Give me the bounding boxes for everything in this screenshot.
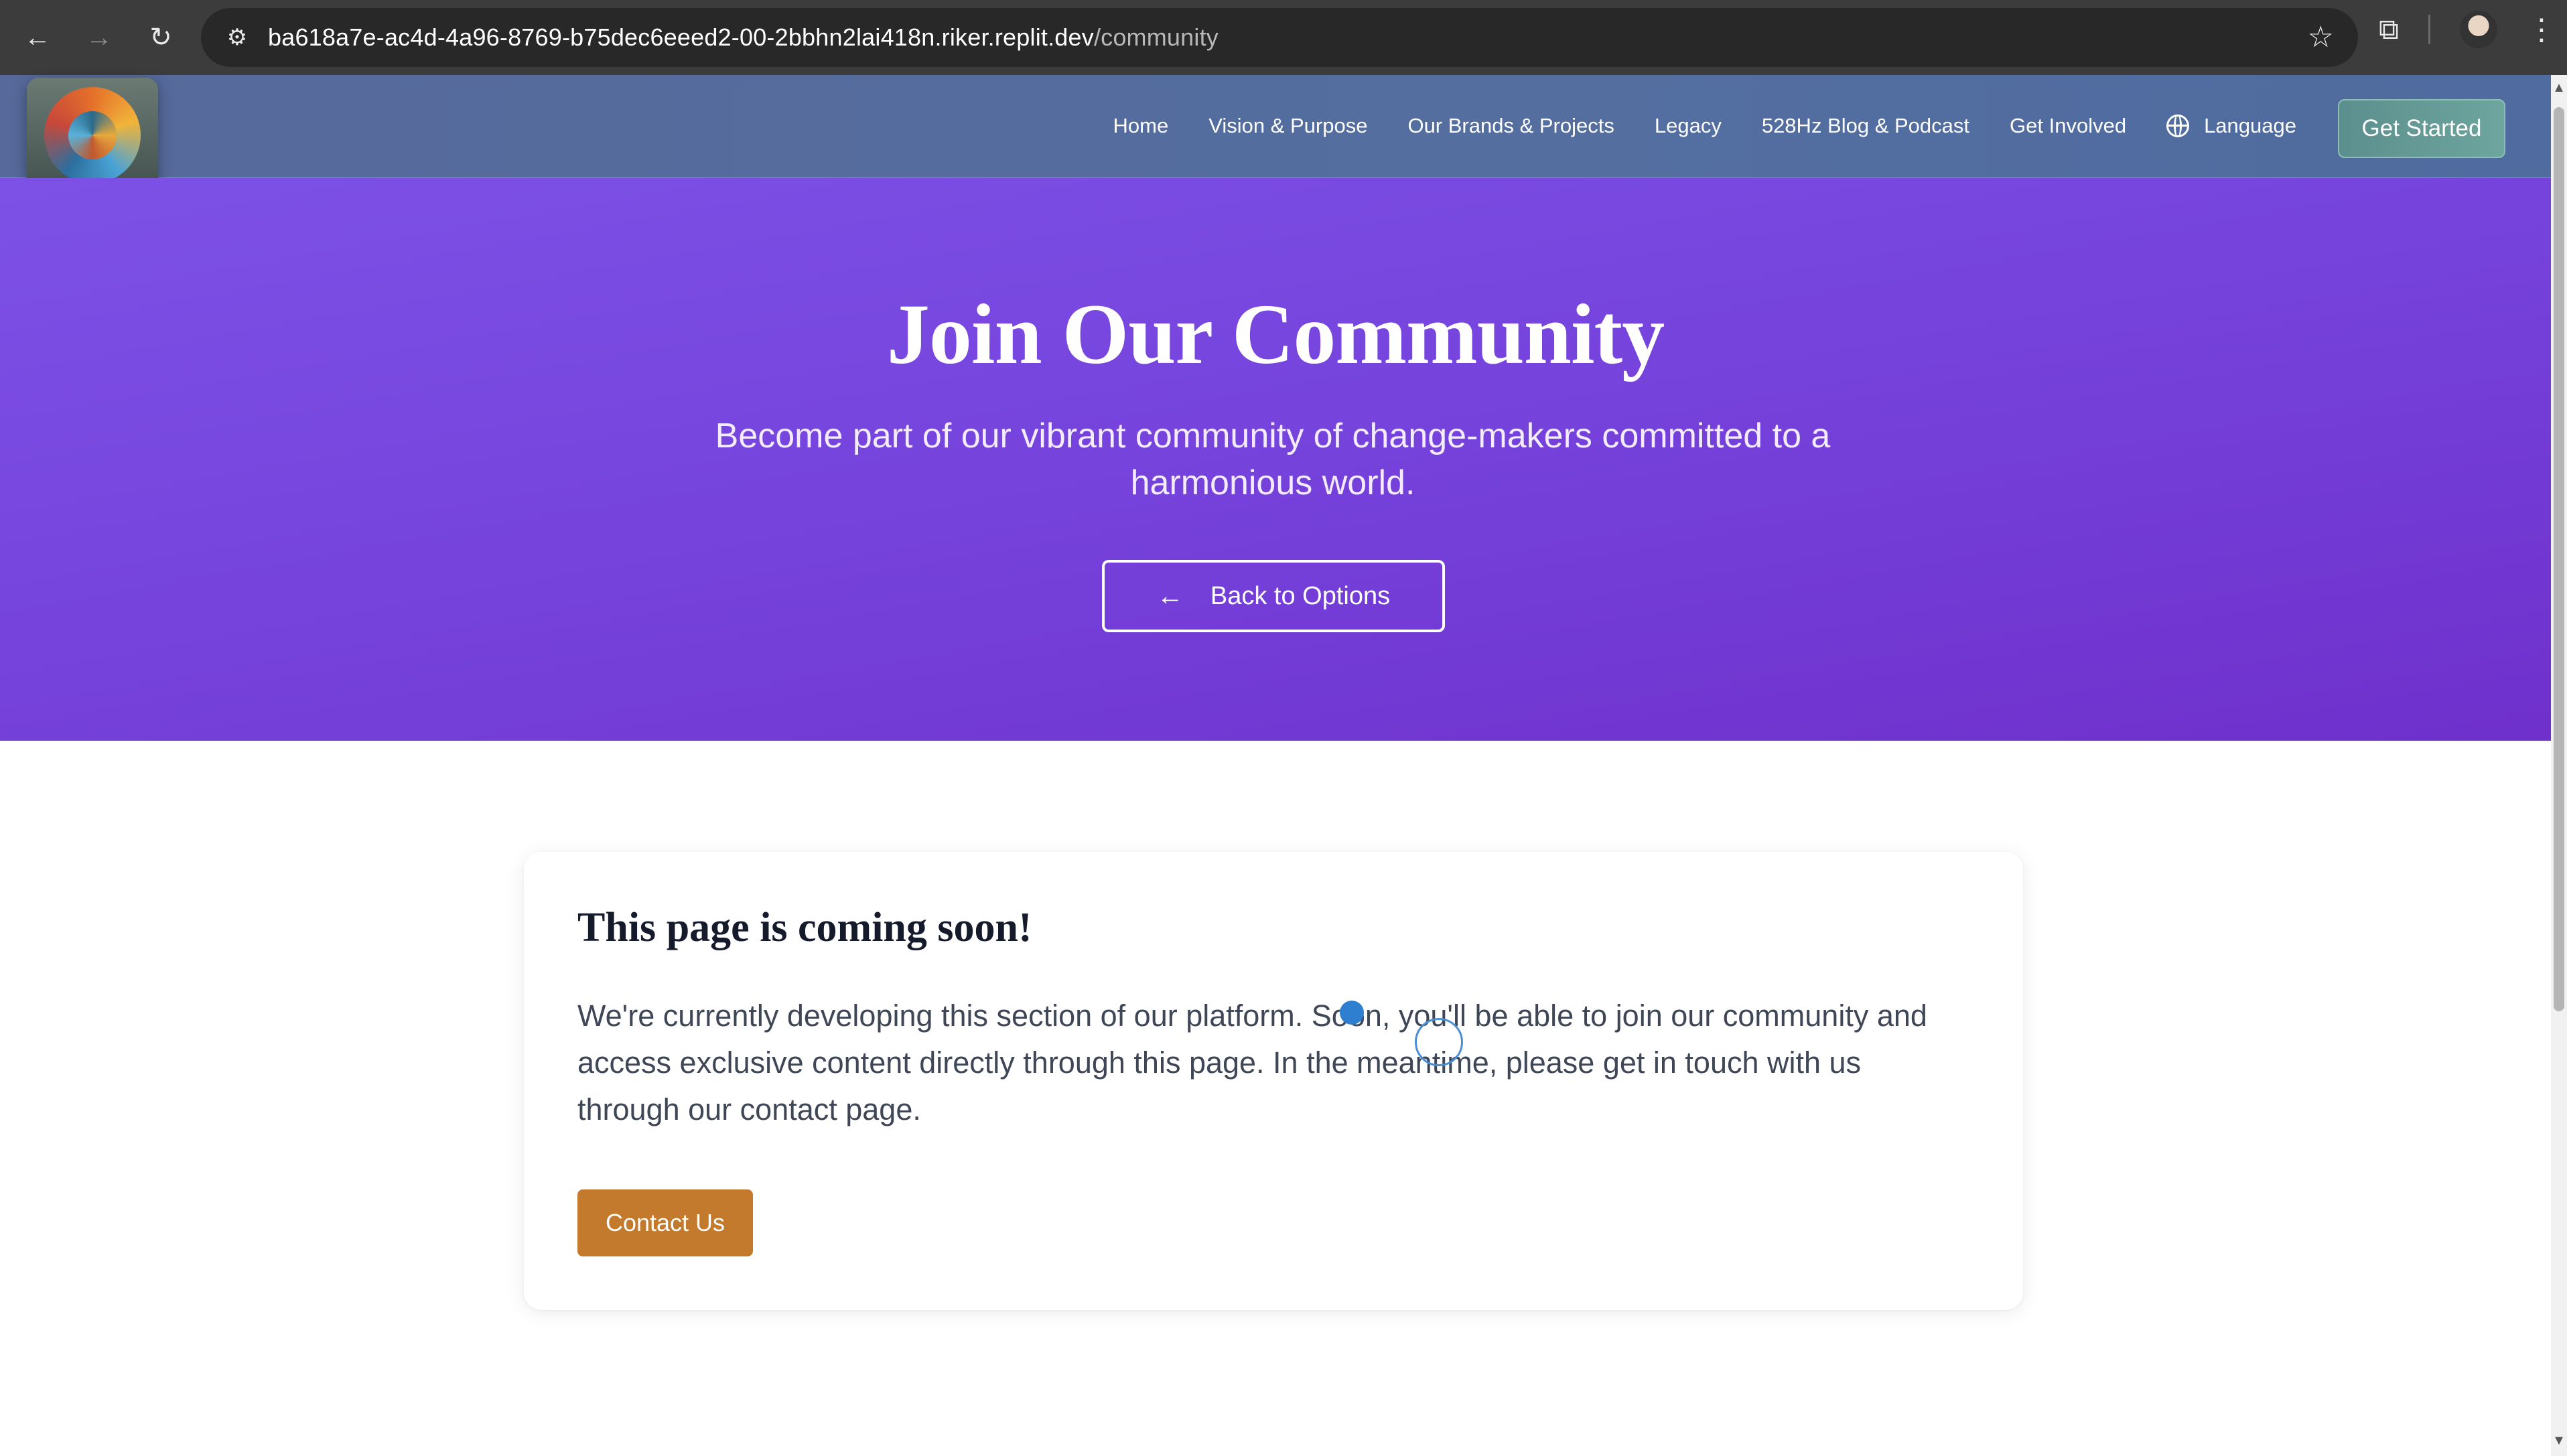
main-nav: Home Vision & Purpose Our Brands & Proje… bbox=[1113, 75, 2296, 177]
reload-icon[interactable]: ↻ bbox=[134, 11, 188, 64]
nav-blog-podcast[interactable]: 528Hz Blog & Podcast bbox=[1762, 114, 1969, 138]
extensions-icon[interactable]: ⧉ bbox=[2379, 13, 2399, 46]
nav-brands-projects[interactable]: Our Brands & Projects bbox=[1407, 114, 1614, 138]
back-icon[interactable]: ← bbox=[11, 11, 64, 64]
hero-subtitle: Become part of our vibrant community of … bbox=[715, 417, 1831, 502]
page-title: Join Our Community bbox=[886, 287, 1665, 382]
globe-icon bbox=[2166, 115, 2190, 137]
url-host: ba618a7e-ac4d-4a96-8769-b75dec6eeed2-00-… bbox=[268, 23, 1094, 51]
logo-swirl-icon bbox=[44, 87, 141, 184]
toolbar-right: ⧉ ⋮ bbox=[2379, 11, 2556, 48]
language-selector[interactable]: Language bbox=[2166, 114, 2296, 138]
nav-home[interactable]: Home bbox=[1113, 114, 1169, 138]
coming-soon-card: This page is coming soon! We're currentl… bbox=[524, 852, 2023, 1310]
scroll-down-arrow-icon[interactable]: ▼ bbox=[2551, 1433, 2567, 1453]
hero-section: Join Our Community Become part of our vi… bbox=[0, 178, 2551, 741]
scrollbar-thumb[interactable] bbox=[2554, 107, 2564, 1011]
language-label: Language bbox=[2204, 114, 2296, 137]
browser-menu-icon[interactable]: ⋮ bbox=[2527, 13, 2556, 47]
cursor-ring bbox=[1415, 1018, 1463, 1066]
forward-icon[interactable]: → bbox=[72, 11, 126, 64]
profile-avatar[interactable] bbox=[2460, 11, 2497, 48]
browser-toolbar: ← → ↻ ⚙ ba618a7e-ac4d-4a96-8769-b75dec6e… bbox=[0, 0, 2567, 75]
bookmark-star-icon[interactable]: ☆ bbox=[2308, 20, 2334, 54]
nav-legacy[interactable]: Legacy bbox=[1655, 114, 1722, 138]
address-bar[interactable]: ⚙ ba618a7e-ac4d-4a96-8769-b75dec6eeed2-0… bbox=[201, 8, 2358, 67]
url-text[interactable]: ba618a7e-ac4d-4a96-8769-b75dec6eeed2-00-… bbox=[268, 23, 1219, 52]
get-started-button[interactable]: Get Started bbox=[2338, 99, 2505, 158]
back-button-label: Back to Options bbox=[1210, 581, 1391, 610]
url-path: /community bbox=[1093, 23, 1219, 51]
back-to-options-button[interactable]: ← Back to Options bbox=[1102, 560, 1445, 632]
toolbar-divider bbox=[2428, 15, 2430, 44]
card-title: This page is coming soon! bbox=[577, 905, 1032, 950]
site-header: five28hertz Home Vision & Purpose Our Br… bbox=[0, 75, 2551, 209]
arrow-left-icon: ← bbox=[1156, 581, 1184, 611]
scroll-up-arrow-icon[interactable]: ▲ bbox=[2551, 80, 2567, 100]
nav-get-involved[interactable]: Get Involved bbox=[2010, 114, 2126, 138]
card-description: We're currently developing this section … bbox=[577, 999, 1927, 1126]
nav-vision-purpose[interactable]: Vision & Purpose bbox=[1208, 114, 1367, 138]
site-info-icon[interactable]: ⚙ bbox=[217, 24, 257, 51]
contact-us-button[interactable]: Contact Us bbox=[577, 1189, 753, 1256]
cursor-dot bbox=[1340, 1001, 1364, 1025]
